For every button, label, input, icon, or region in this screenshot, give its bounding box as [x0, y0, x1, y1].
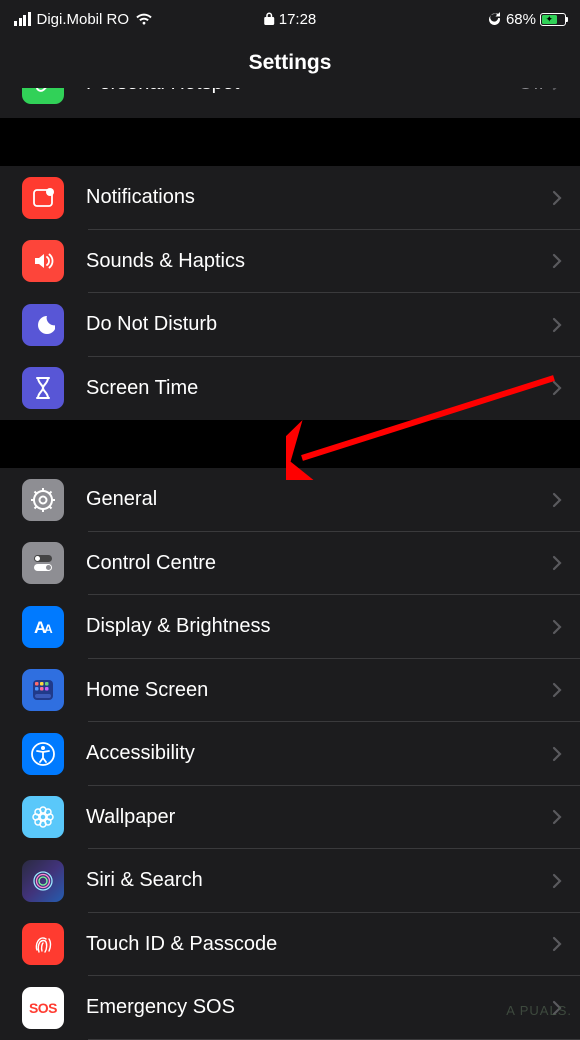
status-left: Digi.Mobil RO: [14, 11, 153, 28]
chevron-right-icon: [552, 253, 562, 269]
chevron-right-icon: [552, 380, 562, 396]
status-center: 17:28: [264, 11, 317, 28]
row-label: Accessibility: [86, 742, 552, 765]
speaker-icon: [22, 240, 64, 282]
lock-icon: [264, 12, 275, 26]
sos-icon: SOS: [22, 987, 64, 1029]
chevron-right-icon: [552, 936, 562, 952]
notifications-icon: [22, 177, 64, 219]
chevron-right-icon: [552, 190, 562, 206]
siri-icon: [22, 860, 64, 902]
row-do-not-disturb[interactable]: Do Not Disturb: [0, 293, 580, 357]
carrier-label: Digi.Mobil RO: [37, 11, 130, 28]
svg-text:A: A: [44, 622, 53, 636]
fingerprint-icon: [22, 923, 64, 965]
home-grid-icon: [22, 669, 64, 711]
moon-icon: [22, 304, 64, 346]
cellular-signal-icon: [14, 12, 31, 26]
chevron-right-icon: [552, 746, 562, 762]
row-wallpaper[interactable]: Wallpaper: [0, 786, 580, 850]
page-title: Settings: [249, 51, 332, 75]
row-label: Touch ID & Passcode: [86, 933, 552, 956]
row-home-screen[interactable]: Home Screen: [0, 659, 580, 723]
row-siri-search[interactable]: Siri & Search: [0, 849, 580, 913]
watermark: A PUALS.: [506, 1003, 572, 1018]
chevron-right-icon: [552, 619, 562, 635]
status-right: 68% ✦: [487, 11, 566, 28]
rotation-lock-icon: [487, 12, 502, 27]
row-label: Do Not Disturb: [86, 313, 552, 336]
flower-icon: [22, 796, 64, 838]
row-label: Personal Hotspot: [86, 88, 518, 95]
row-label: Screen Time: [86, 377, 552, 400]
link-icon: [22, 88, 64, 104]
row-control-centre[interactable]: Control Centre: [0, 532, 580, 596]
battery-icon: ✦: [540, 13, 566, 26]
toggles-icon: [22, 542, 64, 584]
row-general[interactable]: General: [0, 468, 580, 532]
battery-pct-label: 68%: [506, 11, 536, 28]
row-emergency-sos[interactable]: SOS Emergency SOS: [0, 976, 580, 1040]
chevron-right-icon: [552, 88, 562, 91]
section-divider: [0, 420, 580, 468]
nav-header: Settings: [0, 38, 580, 88]
gear-icon: [22, 479, 64, 521]
hourglass-icon: [22, 367, 64, 409]
chevron-right-icon: [552, 873, 562, 889]
accessibility-icon: [22, 733, 64, 775]
row-label: General: [86, 488, 552, 511]
row-label: Siri & Search: [86, 869, 552, 892]
row-display-brightness[interactable]: AA Display & Brightness: [0, 595, 580, 659]
row-screen-time[interactable]: Screen Time: [0, 357, 580, 421]
row-label: Notifications: [86, 186, 552, 209]
row-sounds-haptics[interactable]: Sounds & Haptics: [0, 230, 580, 294]
clock-label: 17:28: [279, 11, 317, 28]
section-divider: [0, 118, 580, 166]
row-value: Off: [518, 88, 544, 95]
row-notifications[interactable]: Notifications: [0, 166, 580, 230]
chevron-right-icon: [552, 492, 562, 508]
row-label: Emergency SOS: [86, 996, 552, 1019]
row-label: Home Screen: [86, 679, 552, 702]
text-size-icon: AA: [22, 606, 64, 648]
status-bar: Digi.Mobil RO 17:28 68% ✦: [0, 0, 580, 38]
row-personal-hotspot[interactable]: Personal Hotspot Off: [0, 88, 580, 118]
row-label: Display & Brightness: [86, 615, 552, 638]
row-accessibility[interactable]: Accessibility: [0, 722, 580, 786]
row-label: Sounds & Haptics: [86, 250, 552, 273]
settings-list[interactable]: Personal Hotspot Off Notifications Sound…: [0, 88, 580, 1040]
chevron-right-icon: [552, 682, 562, 698]
row-label: Wallpaper: [86, 806, 552, 829]
wifi-icon: [135, 12, 153, 26]
chevron-right-icon: [552, 317, 562, 333]
chevron-right-icon: [552, 809, 562, 825]
row-label: Control Centre: [86, 552, 552, 575]
chevron-right-icon: [552, 555, 562, 571]
row-touchid-passcode[interactable]: Touch ID & Passcode: [0, 913, 580, 977]
